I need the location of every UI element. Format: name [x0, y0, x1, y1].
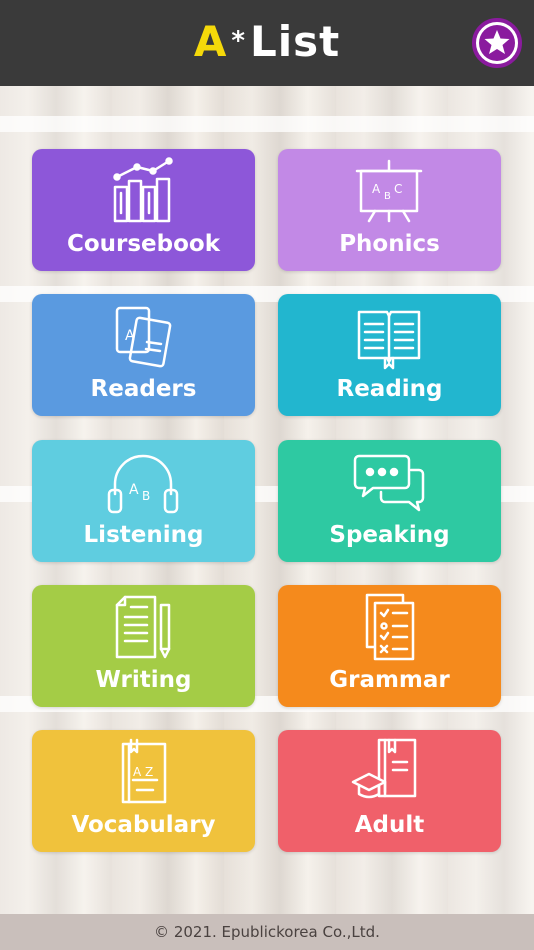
tile-adult[interactable]: Adult [278, 730, 501, 852]
svg-text:A: A [372, 182, 381, 196]
app-footer: © 2021. Epublickorea Co.,Ltd. [0, 914, 534, 950]
dictionary-icon: A Z [121, 738, 167, 804]
tile-label: Writing [95, 667, 192, 693]
svg-text:B: B [384, 191, 391, 202]
svg-text:A Z: A Z [133, 765, 153, 779]
books-chart-icon [113, 157, 173, 223]
tile-writing[interactable]: Writing [32, 585, 255, 707]
tile-listening[interactable]: A B Listening [32, 440, 255, 562]
svg-text:C: C [394, 182, 402, 196]
copyright-text: © 2021. Epublickorea Co.,Ltd. [154, 923, 380, 941]
tile-vocabulary[interactable]: A Z Vocabulary [32, 730, 255, 852]
tile-label: Vocabulary [71, 812, 216, 838]
tile-speaking[interactable]: Speaking [278, 440, 501, 562]
svg-text:A: A [129, 482, 139, 498]
graduation-book-icon [351, 738, 417, 799]
app-screen: A *List Coursebook A B C Phonics A Reade… [0, 0, 534, 950]
tile-readers[interactable]: A Readers [32, 294, 255, 416]
checklist-icon [365, 593, 415, 661]
tile-label: Coursebook [66, 231, 221, 257]
paper-pencil-icon [115, 595, 171, 659]
cards-icon: A [115, 306, 172, 368]
tile-grammar[interactable]: Grammar [278, 585, 501, 707]
tile-label: Grammar [329, 667, 450, 693]
abc-board-icon: A B C [355, 159, 423, 223]
tile-label: Speaking [329, 522, 450, 548]
headphones-icon: A B [107, 454, 179, 514]
svg-text:B: B [142, 489, 150, 503]
tile-label: Phonics [339, 231, 440, 257]
tile-label: Adult [354, 812, 425, 838]
category-grid: Coursebook A B C Phonics A Readers Readi… [0, 0, 534, 914]
tile-reading[interactable]: Reading [278, 294, 501, 416]
tile-coursebook[interactable]: Coursebook [32, 149, 255, 271]
open-book-icon [357, 310, 421, 370]
chat-bubbles-icon [353, 454, 425, 512]
svg-text:A: A [125, 328, 135, 344]
tile-label: Listening [83, 522, 204, 548]
tile-label: Readers [90, 376, 197, 402]
tile-label: Reading [336, 376, 443, 402]
tile-phonics[interactable]: A B C Phonics [278, 149, 501, 271]
